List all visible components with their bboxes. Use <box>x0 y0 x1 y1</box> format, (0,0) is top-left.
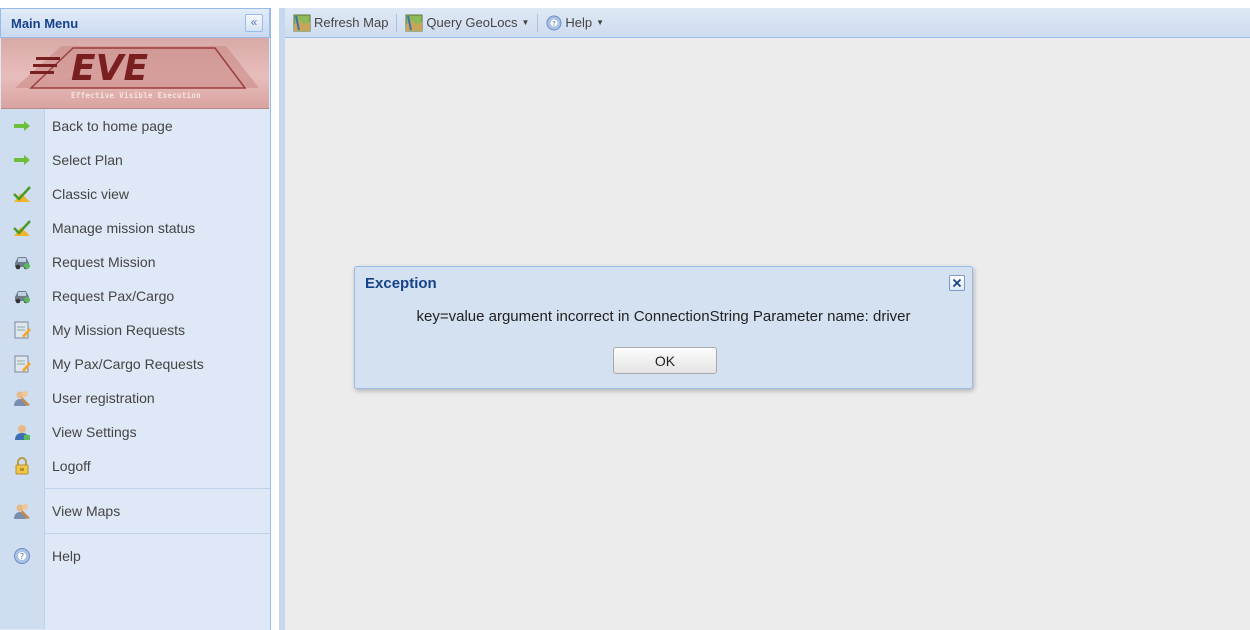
toolbar-separator <box>537 13 539 32</box>
menu-item-label: My Mission Requests <box>52 322 186 338</box>
main-menu-header: Main Menu « <box>0 8 270 38</box>
refresh-map-label: Refresh Map <box>314 15 389 30</box>
menu-item-back-to-home[interactable]: Back to home page <box>0 109 270 143</box>
help-menu-label: Help <box>565 15 593 30</box>
logo-text: EVE <box>71 48 148 89</box>
main-menu-panel: Main Menu « EVE Effective Visible Execut… <box>0 8 271 630</box>
menu-separator <box>44 533 270 534</box>
notepad-icon <box>0 321 44 339</box>
menu-item-label: My Pax/Cargo Requests <box>52 356 204 372</box>
check-warning-icon <box>0 219 44 237</box>
main-menu-list: Back to home page Select Plan Classic vi… <box>0 109 270 629</box>
menu-item-label: Request Mission <box>52 254 156 270</box>
users-icon <box>0 389 44 407</box>
query-geolocs-button[interactable]: Query GeoLocs ▼ <box>401 12 533 34</box>
menu-item-view-maps[interactable]: View Maps <box>0 494 270 528</box>
menu-item-label: Manage mission status <box>52 220 196 236</box>
map-icon <box>405 14 423 31</box>
menu-item-classic-view[interactable]: Classic view <box>0 177 270 211</box>
menu-item-manage-mission-status[interactable]: Manage mission status <box>0 211 270 245</box>
dropdown-arrow-icon: ▼ <box>596 18 605 27</box>
dropdown-arrow-icon: ▼ <box>521 18 530 27</box>
refresh-map-button[interactable]: Refresh Map <box>289 12 392 34</box>
notepad-icon <box>0 355 44 373</box>
vehicle-icon <box>0 288 44 304</box>
menu-item-label: Request Pax/Cargo <box>52 288 175 304</box>
ok-button[interactable]: OK <box>613 347 717 374</box>
menu-item-user-registration[interactable]: User registration <box>0 381 270 415</box>
menu-item-label: Classic view <box>52 186 130 202</box>
menu-item-select-plan[interactable]: Select Plan <box>0 143 270 177</box>
help-menu-button[interactable]: ? Help ▼ <box>542 12 608 34</box>
help-icon: ? <box>546 15 562 30</box>
users-icon <box>0 502 44 520</box>
green-arrow-icon <box>0 121 44 131</box>
menu-item-label: Back to home page <box>52 118 173 134</box>
check-warning-icon <box>0 185 44 203</box>
menu-item-my-mission-requests[interactable]: My Mission Requests <box>0 313 270 347</box>
menu-item-my-pax-cargo-requests[interactable]: My Pax/Cargo Requests <box>0 347 270 381</box>
dialog-title: Exception <box>365 275 437 292</box>
map-toolbar: Refresh Map Query GeoLocs ▼ ? Help ▼ <box>285 8 1250 38</box>
query-geolocs-label: Query GeoLocs <box>426 15 518 30</box>
green-arrow-icon <box>0 155 44 165</box>
dialog-message: key=value argument incorrect in Connecti… <box>416 308 911 325</box>
menu-item-logoff[interactable]: Logoff <box>0 449 270 483</box>
logo-tagline: Effective Visible Execution <box>70 91 201 100</box>
user-settings-icon <box>0 423 44 441</box>
close-icon[interactable] <box>949 275 965 291</box>
double-chevron-left-icon[interactable]: « <box>245 14 263 32</box>
menu-separator <box>44 488 270 489</box>
map-icon <box>293 14 311 31</box>
svg-text:?: ? <box>553 20 557 28</box>
menu-item-label: Help <box>52 548 81 564</box>
menu-item-help[interactable]: ? Help <box>0 539 270 573</box>
menu-item-view-settings[interactable]: View Settings <box>0 415 270 449</box>
eve-logo: EVE Effective Visible Execution <box>1 38 269 109</box>
menu-item-label: View Settings <box>52 424 137 440</box>
menu-item-label: View Maps <box>52 503 121 519</box>
vehicle-icon <box>0 254 44 270</box>
menu-item-label: Logoff <box>52 458 91 474</box>
lock-icon <box>0 457 44 475</box>
menu-item-request-mission[interactable]: Request Mission <box>0 245 270 279</box>
menu-item-request-pax-cargo[interactable]: Request Pax/Cargo <box>0 279 270 313</box>
menu-item-label: User registration <box>52 390 155 406</box>
exception-dialog: Exception key=value argument incorrect i… <box>354 266 973 389</box>
main-menu-title: Main Menu <box>11 15 79 31</box>
help-icon: ? <box>0 547 44 565</box>
toolbar-separator <box>396 13 398 32</box>
menu-item-label: Select Plan <box>52 152 123 168</box>
svg-text:?: ? <box>20 552 24 561</box>
